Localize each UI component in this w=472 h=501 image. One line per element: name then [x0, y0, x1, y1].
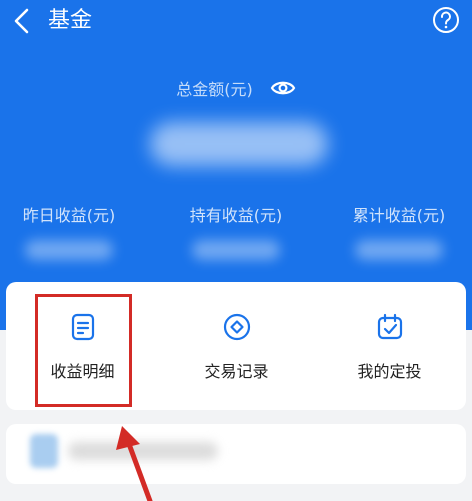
stat-value-blurred — [192, 240, 280, 260]
action-transaction-records[interactable]: 交易记录 — [160, 282, 313, 410]
question-circle-icon[interactable] — [432, 6, 460, 34]
stat-label: 昨日收益(元) — [22, 206, 116, 225]
action-label: 我的定投 — [357, 362, 422, 381]
top-bar: 基金 — [0, 0, 472, 42]
stat-value-blurred — [355, 240, 443, 260]
total-amount-value-blurred — [150, 122, 328, 166]
fund-list-item-blurred[interactable] — [6, 424, 466, 484]
page-title: 基金 — [48, 8, 93, 33]
arrow-pointer-icon — [116, 426, 153, 501]
diamond-circle-icon — [223, 313, 251, 341]
stat-value-blurred — [25, 240, 113, 260]
action-my-auto-invest[interactable]: 我的定投 — [313, 282, 466, 410]
highlight-box — [35, 294, 132, 407]
stat-label: 累计收益(元) — [352, 206, 446, 225]
stat-holding: 持有收益(元) — [161, 202, 311, 260]
calendar-check-icon — [377, 313, 403, 340]
stat-label: 持有收益(元) — [189, 206, 283, 225]
stat-cumulative: 累计收益(元) — [324, 202, 472, 260]
total-amount-row: 总金额(元) — [0, 76, 472, 100]
eye-icon[interactable] — [270, 79, 296, 97]
chevron-left-icon[interactable] — [10, 6, 34, 36]
total-amount-label: 总金额(元) — [176, 80, 253, 99]
fund-logo-blurred — [30, 434, 58, 468]
stat-yesterday: 昨日收益(元) — [0, 202, 144, 260]
action-label: 交易记录 — [204, 362, 269, 381]
